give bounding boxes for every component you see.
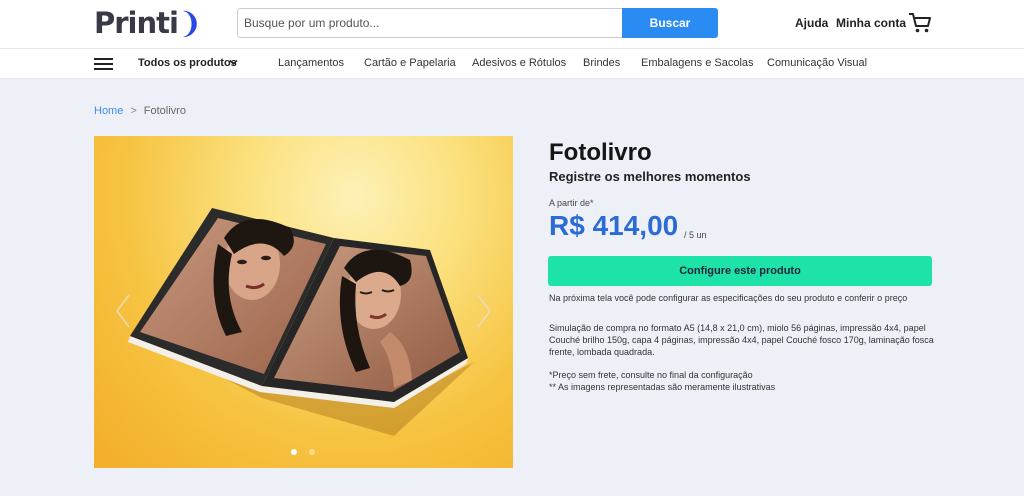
hamburger-menu-icon[interactable] <box>94 58 113 70</box>
chevron-down-icon[interactable] <box>229 59 238 66</box>
carousel-dot-1[interactable] <box>291 449 297 455</box>
printi-logo[interactable]: Printi❩ <box>94 6 202 40</box>
header: Printi❩ Buscar Ajuda Minha conta <box>0 0 1024 48</box>
account-link[interactable]: Minha conta <box>836 16 906 30</box>
price-label: A partir de* <box>549 198 594 208</box>
configure-note: Na próxima tela você pode configurar as … <box>549 293 908 303</box>
carousel-dot-2[interactable] <box>309 449 315 455</box>
nav-item-cartao-papelaria[interactable]: Cartão e Papelaria <box>364 57 456 69</box>
photobook-image <box>128 208 474 436</box>
configure-product-button[interactable]: Configure este produto <box>548 256 932 286</box>
category-nav: Todos os produtos Lançamentos Cartão e P… <box>0 48 1024 79</box>
breadcrumb-separator: > <box>130 105 137 117</box>
product-title: Fotolivro <box>549 139 652 166</box>
image-disclaimer-footnote: ** As imagens representadas são merament… <box>549 382 776 392</box>
nav-item-embalagens-sacolas[interactable]: Embalagens e Sacolas <box>641 57 754 69</box>
product-image-carousel[interactable] <box>94 136 513 468</box>
search-input[interactable] <box>237 8 623 38</box>
logo-mark-icon: ❩ <box>177 6 202 40</box>
shipping-footnote: *Preço sem frete, consulte no final da c… <box>549 370 753 380</box>
breadcrumb-current: Fotolivro <box>143 105 186 117</box>
shopping-cart-icon[interactable] <box>908 12 932 34</box>
product-price: R$ 414,00 <box>549 210 679 241</box>
nav-item-adesivos-rotulos[interactable]: Adesivos e Rótulos <box>472 57 566 69</box>
search-button[interactable]: Buscar <box>622 8 718 38</box>
product-subtitle: Registre os melhores momentos <box>549 169 751 184</box>
breadcrumb: Home > Fotolivro <box>94 105 186 117</box>
help-link[interactable]: Ajuda <box>795 16 828 30</box>
nav-item-brindes[interactable]: Brindes <box>583 57 620 69</box>
chevron-left-icon[interactable] <box>116 294 130 328</box>
price-unit: / 5 un <box>684 230 707 240</box>
nav-item-comunicacao-visual[interactable]: Comunicação Visual <box>767 57 867 69</box>
nav-item-lancamentos[interactable]: Lançamentos <box>278 57 344 69</box>
breadcrumb-home-link[interactable]: Home <box>94 105 123 117</box>
chevron-right-icon[interactable] <box>477 294 491 328</box>
product-specification: Simulação de compra no formato A5 (14,8 … <box>549 323 934 358</box>
all-products-menu[interactable]: Todos os produtos <box>138 57 237 69</box>
